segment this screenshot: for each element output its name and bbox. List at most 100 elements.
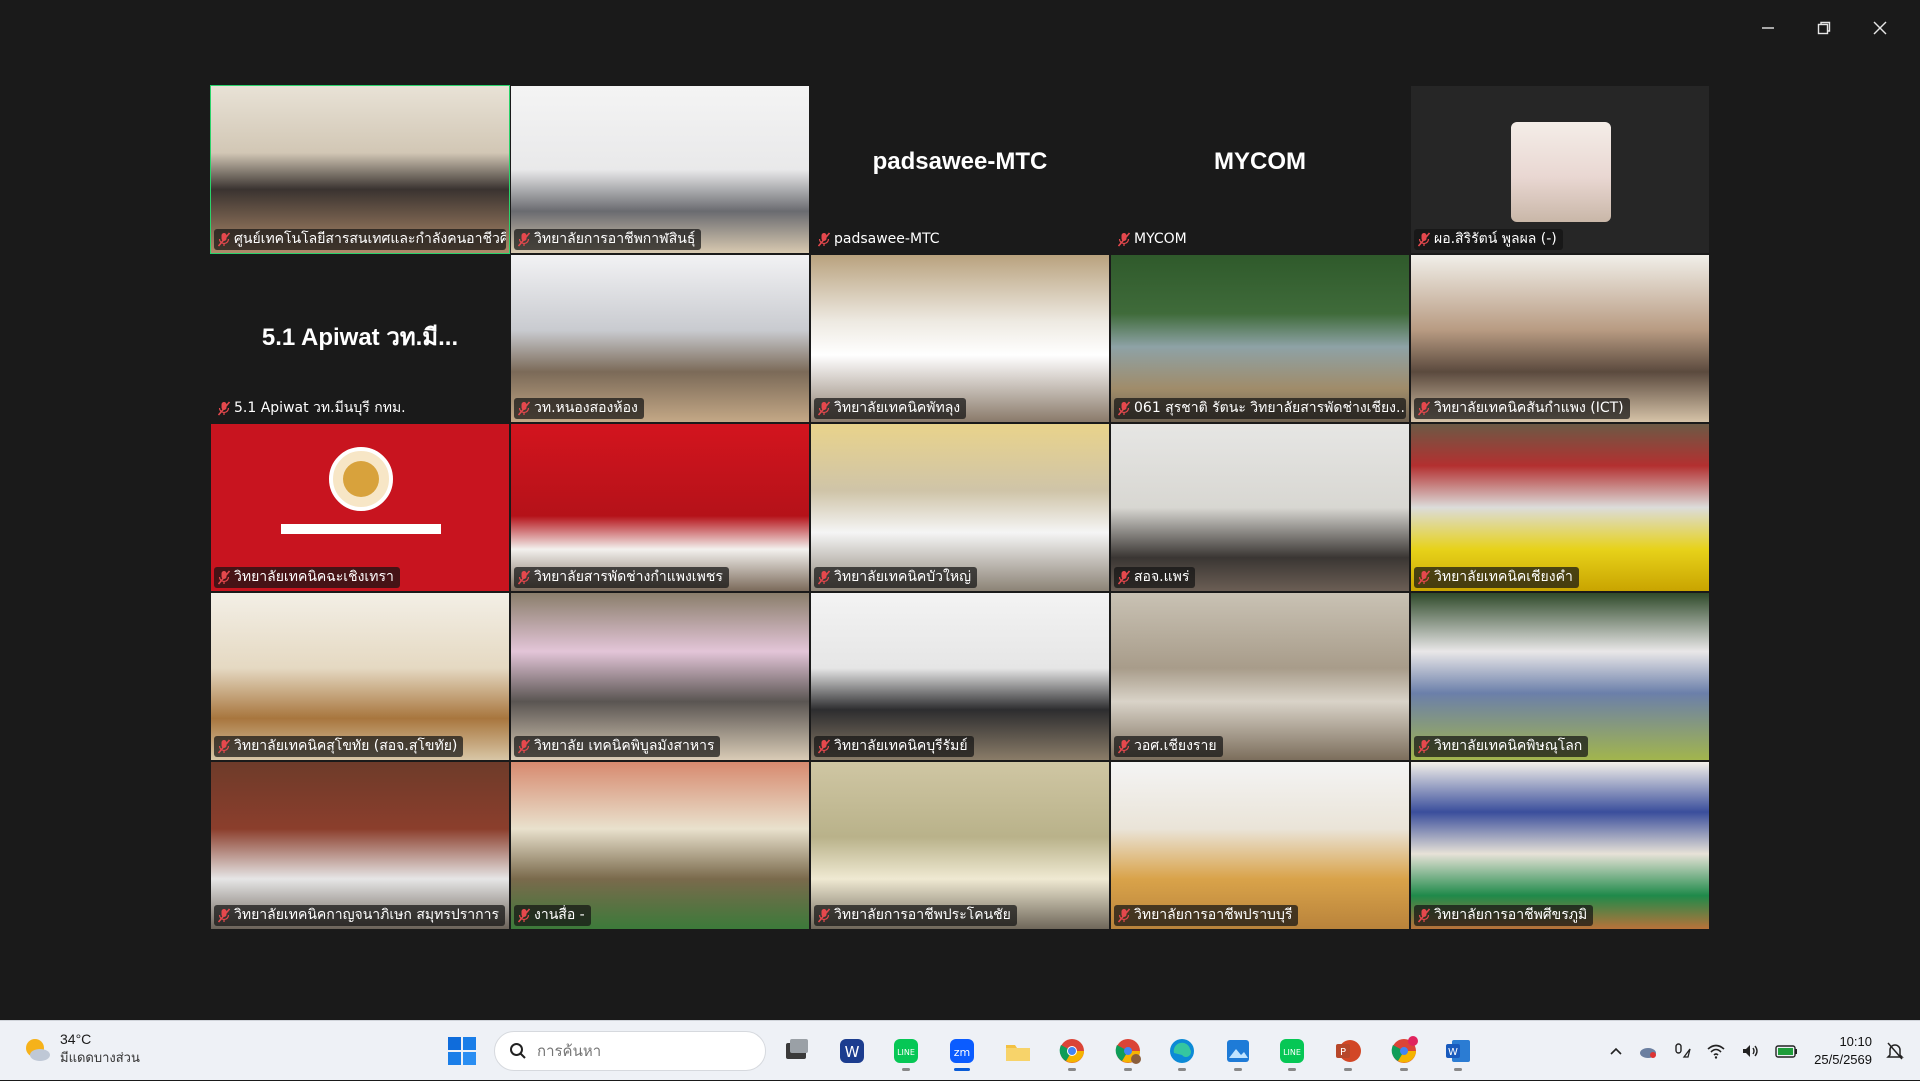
line-2-icon: LINE	[1280, 1039, 1304, 1063]
participant-tile[interactable]: วิทยาลัยเทคนิคสันกำแพง (ICT)	[1410, 254, 1710, 423]
taskbar-app-word[interactable]: W	[1438, 1031, 1478, 1071]
participant-tile[interactable]: วิทยาลัยสารพัดช่างกำแพงเพชร	[510, 423, 810, 592]
taskbar-app-zoom[interactable]: zm	[942, 1031, 982, 1071]
volume-icon[interactable]	[1740, 1041, 1760, 1061]
taskbar-app-line[interactable]: LINE	[886, 1031, 926, 1071]
participant-video	[511, 762, 809, 929]
taskbar-app-file-explorer[interactable]	[998, 1031, 1038, 1071]
svg-text:LINE: LINE	[1283, 1048, 1301, 1057]
word-icon: W	[1446, 1040, 1470, 1062]
taskbar-app-task-view[interactable]	[776, 1031, 816, 1071]
participant-name-label: วิทยาลัยเทคนิคพิษณุโลก	[1414, 736, 1589, 757]
participant-name-label: วิทยาลัยเทคนิคบัวใหญ่	[814, 567, 977, 588]
start-button[interactable]	[446, 1035, 478, 1067]
participant-tile[interactable]: วอศ.เชียงราย	[1110, 592, 1410, 761]
participant-video	[511, 593, 809, 760]
taskbar-clock[interactable]: 10:10 25/5/2569	[1814, 1033, 1872, 1069]
participant-tile[interactable]: วิทยาลัยการอาชีพศีขรภูมิ	[1410, 761, 1710, 930]
participant-video	[211, 762, 509, 929]
running-indicator	[1288, 1068, 1296, 1071]
weather-desc: มีแดดบางส่วน	[60, 1051, 140, 1066]
participant-name: วิทยาลัยเทคนิคบัวใหญ่	[834, 569, 971, 585]
participant-tile[interactable]: ผอ.สิริรัตน์ พูลผล (-)	[1410, 85, 1710, 254]
taskbar-app-edge[interactable]	[1162, 1031, 1202, 1071]
participant-tile[interactable]: วิทยาลัย เทคนิคพิบูลมังสาหาร	[510, 592, 810, 761]
taskbar-app-app-w[interactable]: W	[832, 1031, 872, 1071]
wifi-icon[interactable]	[1706, 1041, 1726, 1061]
participant-name: วิทยาลัยการอาชีพปราบบุรี	[1134, 907, 1293, 923]
taskbar-app-line-2[interactable]: LINE	[1272, 1031, 1312, 1071]
participant-name-label: วิทยาลัยเทคนิคสันกำแพง (ICT)	[1414, 398, 1630, 419]
participant-name: สอจ.แพร่	[1134, 569, 1190, 585]
participant-tile[interactable]: วิทยาลัยการอาชีพปราบบุรี	[1110, 761, 1410, 930]
participant-name: วิทยาลัย เทคนิคพิบูลมังสาหาร	[534, 738, 715, 754]
participant-tile[interactable]: วิทยาลัยเทคนิคพัทลุง	[810, 254, 1110, 423]
taskbar-app-chrome[interactable]	[1052, 1031, 1092, 1071]
taskbar-app-chrome-profile[interactable]	[1108, 1031, 1148, 1071]
participant-tile[interactable]: งานสื่อ -	[510, 761, 810, 930]
participant-tile[interactable]: 061 สุรชาติ รัตนะ วิทยาลัยสารพัดช่างเชีย…	[1110, 254, 1410, 423]
task-view-icon	[786, 1039, 808, 1059]
participant-tile[interactable]: MYCOM MYCOM	[1110, 85, 1410, 254]
minimize-icon	[1762, 27, 1774, 29]
participant-video	[1411, 255, 1709, 422]
taskbar-search[interactable]	[494, 1031, 766, 1071]
taskbar-app-chrome-k[interactable]	[1384, 1031, 1424, 1071]
participant-name: วอศ.เชียงราย	[1134, 738, 1217, 754]
taskbar-app-photos[interactable]	[1218, 1031, 1258, 1071]
participant-tile[interactable]: ศูนย์เทคโนโลยีสารสนเทศและกำลังคนอาชีวศึก…	[210, 85, 510, 254]
participant-name: วิทยาลัยเทคนิคกาญจนาภิเษก สมุทรปราการ	[234, 907, 499, 923]
participant-tile[interactable]: padsawee-MTC padsawee-MTC	[810, 85, 1110, 254]
participant-tile[interactable]: วิทยาลัยเทคนิคเชียงคำ	[1410, 423, 1710, 592]
mic-muted-icon	[518, 570, 530, 585]
participant-tile[interactable]: วิทยาลัยเทคนิคบัวใหญ่	[810, 423, 1110, 592]
weather-icon	[26, 1038, 50, 1061]
participant-tile[interactable]: วิทยาลัยเทคนิคสุโขทัย (สอจ.สุโขทัย)	[210, 592, 510, 761]
participant-tile[interactable]: สอจ.แพร่	[1110, 423, 1410, 592]
participant-name-label: วิทยาลัยเทคนิคฉะเชิงเทรา	[214, 567, 400, 588]
mic-muted-icon	[218, 908, 230, 923]
weather-widget[interactable]: 34°C มีแดดบางส่วน	[22, 1031, 140, 1068]
battery-icon[interactable]	[1774, 1041, 1800, 1061]
participant-name: งานสื่อ -	[534, 907, 585, 923]
participant-name: วท.หนองสองห้อง	[534, 400, 638, 416]
mic-muted-icon	[1418, 401, 1430, 416]
restore-button[interactable]	[1796, 8, 1852, 48]
notification-bell-icon[interactable]	[1886, 1041, 1904, 1061]
taskbar-app-powerpoint[interactable]: P	[1328, 1031, 1368, 1071]
participant-tile[interactable]: 5.1 Apiwat วท.มี... 5.1 Apiwat วท.มีนบุรี…	[210, 254, 510, 423]
participant-name-label: 061 สุรชาติ รัตนะ วิทยาลัยสารพัดช่างเชีย…	[1114, 398, 1406, 419]
participant-tile[interactable]: วิทยาลัยการอาชีพประโคนชัย	[810, 761, 1110, 930]
participant-tile[interactable]: วิทยาลัยเทคนิคกาญจนาภิเษก สมุทรปราการ	[210, 761, 510, 930]
participant-tile[interactable]: วิทยาลัยเทคนิคพิษณุโลก	[1410, 592, 1710, 761]
mic-muted-icon	[218, 570, 230, 585]
mic-muted-icon	[518, 908, 530, 923]
mic-location-icon[interactable]	[1672, 1041, 1692, 1061]
participant-video	[811, 593, 1109, 760]
restore-icon	[1817, 21, 1831, 35]
mic-muted-icon	[1418, 739, 1430, 754]
participant-tile[interactable]: วิทยาลัยเทคนิคบุรีรัมย์	[810, 592, 1110, 761]
participant-video	[1411, 762, 1709, 929]
participant-tile[interactable]: วท.หนองสองห้อง	[510, 254, 810, 423]
participant-tile[interactable]: วิทยาลัยการอาชีพกาฬสินธุ์	[510, 85, 810, 254]
mic-muted-icon	[518, 739, 530, 754]
mic-muted-icon	[818, 401, 830, 416]
file-explorer-icon	[1006, 1045, 1030, 1061]
mic-muted-icon	[1418, 570, 1430, 585]
mic-muted-icon	[1118, 739, 1130, 754]
participant-video	[1111, 593, 1409, 760]
chevron-up-icon[interactable]	[1608, 1043, 1624, 1059]
edge-icon	[1170, 1039, 1194, 1063]
minimize-button[interactable]	[1740, 8, 1796, 48]
close-button[interactable]	[1852, 8, 1908, 48]
participant-video	[1111, 424, 1409, 591]
window-controls	[1740, 8, 1908, 48]
participant-tile[interactable]: วิทยาลัยเทคนิคฉะเชิงเทรา	[210, 423, 510, 592]
search-input[interactable]	[537, 1042, 737, 1060]
participant-name-label: วท.หนองสองห้อง	[514, 398, 644, 419]
participant-name: วิทยาลัยการอาชีพศีขรภูมิ	[1434, 907, 1588, 923]
participant-name-label: วิทยาลัยเทคนิคพัทลุง	[814, 398, 967, 419]
mic-muted-icon	[1118, 570, 1130, 585]
onedrive-icon[interactable]	[1638, 1041, 1658, 1061]
